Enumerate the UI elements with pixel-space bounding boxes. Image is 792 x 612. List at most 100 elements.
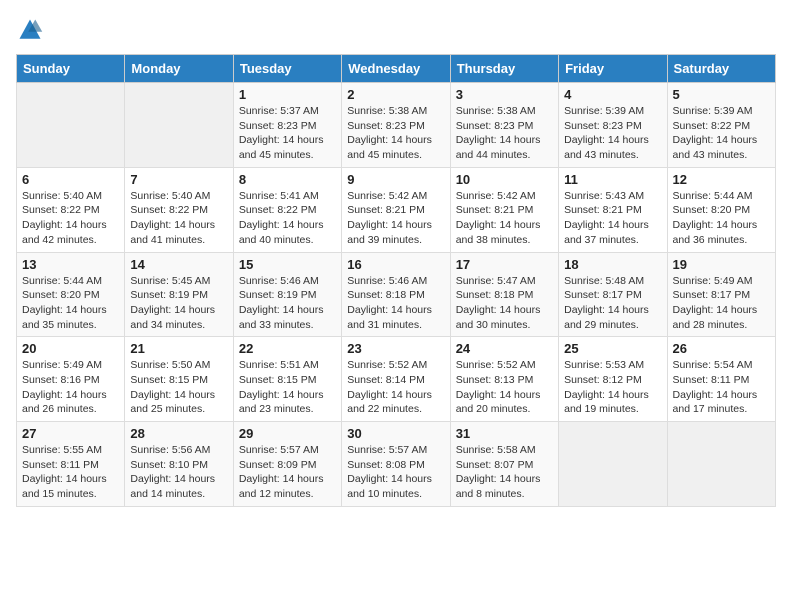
day-number: 30 [347, 426, 444, 441]
calendar-cell: 15Sunrise: 5:46 AM Sunset: 8:19 PM Dayli… [233, 252, 341, 337]
calendar-cell: 21 Sunrise: 5:50 AM Sunset: 8:15 PM Dayli… [125, 337, 233, 422]
day-info: Sunrise: 5:47 AM Sunset: 8:18 PM Dayligh… [456, 274, 553, 333]
day-info: Sunrise: 5:41 AM Sunset: 8:22 PM Dayligh… [239, 189, 336, 248]
calendar-cell: 24Sunrise: 5:52 AM Sunset: 8:13 PM Dayli… [450, 337, 558, 422]
day-number: 11 [564, 172, 661, 187]
day-number: 2 [347, 87, 444, 102]
day-number: 1 [239, 87, 336, 102]
day-info: Sunrise: 5:44 AM Sunset: 8:20 PM Dayligh… [673, 189, 770, 248]
calendar-week-row: 20 Sunrise: 5:49 AM Sunset: 8:16 PM Dayli… [17, 337, 776, 422]
calendar-cell: 5 Sunrise: 5:39 AM Sunset: 8:22 PM Daylig… [667, 83, 775, 168]
day-info: Sunrise: 5:54 AM Sunset: 8:11 PM Dayligh… [673, 358, 770, 417]
calendar-cell [125, 83, 233, 168]
day-info: Sunrise: 5:46 AM Sunset: 8:19 PM Dayligh… [239, 274, 336, 333]
day-info: Sunrise: 5:38 AM Sunset: 8:23 PM Dayligh… [347, 104, 444, 163]
calendar-cell: 1 Sunrise: 5:37 AM Sunset: 8:23 PM Daylig… [233, 83, 341, 168]
day-number: 14 [130, 257, 227, 272]
calendar-week-row: 27 Sunrise: 5:55 AM Sunset: 8:11 PM Dayli… [17, 422, 776, 507]
day-info: Sunrise: 5:40 AM Sunset: 8:22 PM Dayligh… [130, 189, 227, 248]
calendar-week-row: 1 Sunrise: 5:37 AM Sunset: 8:23 PM Daylig… [17, 83, 776, 168]
calendar-cell: 7 Sunrise: 5:40 AM Sunset: 8:22 PM Daylig… [125, 167, 233, 252]
day-info: Sunrise: 5:39 AM Sunset: 8:22 PM Dayligh… [673, 104, 770, 163]
calendar-cell: 19 Sunrise: 5:49 AM Sunset: 8:17 PM Dayli… [667, 252, 775, 337]
calendar-cell [17, 83, 125, 168]
day-info: Sunrise: 5:39 AM Sunset: 8:23 PM Dayligh… [564, 104, 661, 163]
day-info: Sunrise: 5:49 AM Sunset: 8:17 PM Dayligh… [673, 274, 770, 333]
day-info: Sunrise: 5:42 AM Sunset: 8:21 PM Dayligh… [347, 189, 444, 248]
day-info: Sunrise: 5:50 AM Sunset: 8:15 PM Dayligh… [130, 358, 227, 417]
day-number: 17 [456, 257, 553, 272]
logo [16, 16, 48, 44]
calendar-cell: 6 Sunrise: 5:40 AM Sunset: 8:22 PM Daylig… [17, 167, 125, 252]
calendar-cell: 20 Sunrise: 5:49 AM Sunset: 8:16 PM Dayli… [17, 337, 125, 422]
day-info: Sunrise: 5:52 AM Sunset: 8:14 PM Dayligh… [347, 358, 444, 417]
day-info: Sunrise: 5:43 AM Sunset: 8:21 PM Dayligh… [564, 189, 661, 248]
day-info: Sunrise: 5:44 AM Sunset: 8:20 PM Dayligh… [22, 274, 119, 333]
calendar-cell: 30 Sunrise: 5:57 AM Sunset: 8:08 PM Dayli… [342, 422, 450, 507]
weekday-header: Tuesday [233, 55, 341, 83]
calendar-cell: 8 Sunrise: 5:41 AM Sunset: 8:22 PM Daylig… [233, 167, 341, 252]
day-number: 21 [130, 341, 227, 356]
calendar-cell: 18 Sunrise: 5:48 AM Sunset: 8:17 PM Dayli… [559, 252, 667, 337]
day-number: 10 [456, 172, 553, 187]
calendar-cell: 22Sunrise: 5:51 AM Sunset: 8:15 PM Dayli… [233, 337, 341, 422]
day-number: 27 [22, 426, 119, 441]
calendar-cell: 28Sunrise: 5:56 AM Sunset: 8:10 PM Dayli… [125, 422, 233, 507]
day-info: Sunrise: 5:49 AM Sunset: 8:16 PM Dayligh… [22, 358, 119, 417]
day-number: 3 [456, 87, 553, 102]
weekday-header: Saturday [667, 55, 775, 83]
day-info: Sunrise: 5:40 AM Sunset: 8:22 PM Dayligh… [22, 189, 119, 248]
calendar-cell: 27 Sunrise: 5:55 AM Sunset: 8:11 PM Dayli… [17, 422, 125, 507]
weekday-header: Wednesday [342, 55, 450, 83]
calendar-cell: 3 Sunrise: 5:38 AM Sunset: 8:23 PM Daylig… [450, 83, 558, 168]
calendar-cell: 14 Sunrise: 5:45 AM Sunset: 8:19 PM Dayli… [125, 252, 233, 337]
day-info: Sunrise: 5:37 AM Sunset: 8:23 PM Dayligh… [239, 104, 336, 163]
calendar-cell: 13 Sunrise: 5:44 AM Sunset: 8:20 PM Dayli… [17, 252, 125, 337]
day-info: Sunrise: 5:58 AM Sunset: 8:07 PM Dayligh… [456, 443, 553, 502]
day-number: 23 [347, 341, 444, 356]
day-number: 20 [22, 341, 119, 356]
day-number: 12 [673, 172, 770, 187]
day-info: Sunrise: 5:48 AM Sunset: 8:17 PM Dayligh… [564, 274, 661, 333]
calendar-cell: 17 Sunrise: 5:47 AM Sunset: 8:18 PM Dayli… [450, 252, 558, 337]
page-header [16, 16, 776, 44]
day-number: 9 [347, 172, 444, 187]
day-info: Sunrise: 5:42 AM Sunset: 8:21 PM Dayligh… [456, 189, 553, 248]
day-number: 6 [22, 172, 119, 187]
calendar-table: SundayMondayTuesdayWednesdayThursdayFrid… [16, 54, 776, 507]
day-number: 22 [239, 341, 336, 356]
day-number: 4 [564, 87, 661, 102]
calendar-week-row: 13 Sunrise: 5:44 AM Sunset: 8:20 PM Dayli… [17, 252, 776, 337]
day-info: Sunrise: 5:45 AM Sunset: 8:19 PM Dayligh… [130, 274, 227, 333]
calendar-cell: 4 Sunrise: 5:39 AM Sunset: 8:23 PM Daylig… [559, 83, 667, 168]
day-number: 19 [673, 257, 770, 272]
day-info: Sunrise: 5:38 AM Sunset: 8:23 PM Dayligh… [456, 104, 553, 163]
day-info: Sunrise: 5:46 AM Sunset: 8:18 PM Dayligh… [347, 274, 444, 333]
calendar-cell: 31 Sunrise: 5:58 AM Sunset: 8:07 PM Dayli… [450, 422, 558, 507]
calendar-cell: 9 Sunrise: 5:42 AM Sunset: 8:21 PM Daylig… [342, 167, 450, 252]
calendar-cell: 26 Sunrise: 5:54 AM Sunset: 8:11 PM Dayli… [667, 337, 775, 422]
calendar-cell: 10 Sunrise: 5:42 AM Sunset: 8:21 PM Dayli… [450, 167, 558, 252]
day-info: Sunrise: 5:57 AM Sunset: 8:08 PM Dayligh… [347, 443, 444, 502]
day-info: Sunrise: 5:52 AM Sunset: 8:13 PM Dayligh… [456, 358, 553, 417]
calendar-cell: 23 Sunrise: 5:52 AM Sunset: 8:14 PM Dayli… [342, 337, 450, 422]
calendar-cell: 29Sunrise: 5:57 AM Sunset: 8:09 PM Dayli… [233, 422, 341, 507]
day-info: Sunrise: 5:56 AM Sunset: 8:10 PM Dayligh… [130, 443, 227, 502]
day-number: 31 [456, 426, 553, 441]
weekday-header: Monday [125, 55, 233, 83]
day-number: 13 [22, 257, 119, 272]
calendar-cell: 12 Sunrise: 5:44 AM Sunset: 8:20 PM Dayli… [667, 167, 775, 252]
calendar-cell [667, 422, 775, 507]
day-number: 5 [673, 87, 770, 102]
day-number: 25 [564, 341, 661, 356]
day-info: Sunrise: 5:55 AM Sunset: 8:11 PM Dayligh… [22, 443, 119, 502]
day-number: 8 [239, 172, 336, 187]
weekday-header: Friday [559, 55, 667, 83]
day-number: 26 [673, 341, 770, 356]
day-number: 7 [130, 172, 227, 187]
calendar-header-row: SundayMondayTuesdayWednesdayThursdayFrid… [17, 55, 776, 83]
day-number: 18 [564, 257, 661, 272]
calendar-cell: 2 Sunrise: 5:38 AM Sunset: 8:23 PM Daylig… [342, 83, 450, 168]
calendar-week-row: 6 Sunrise: 5:40 AM Sunset: 8:22 PM Daylig… [17, 167, 776, 252]
day-info: Sunrise: 5:57 AM Sunset: 8:09 PM Dayligh… [239, 443, 336, 502]
